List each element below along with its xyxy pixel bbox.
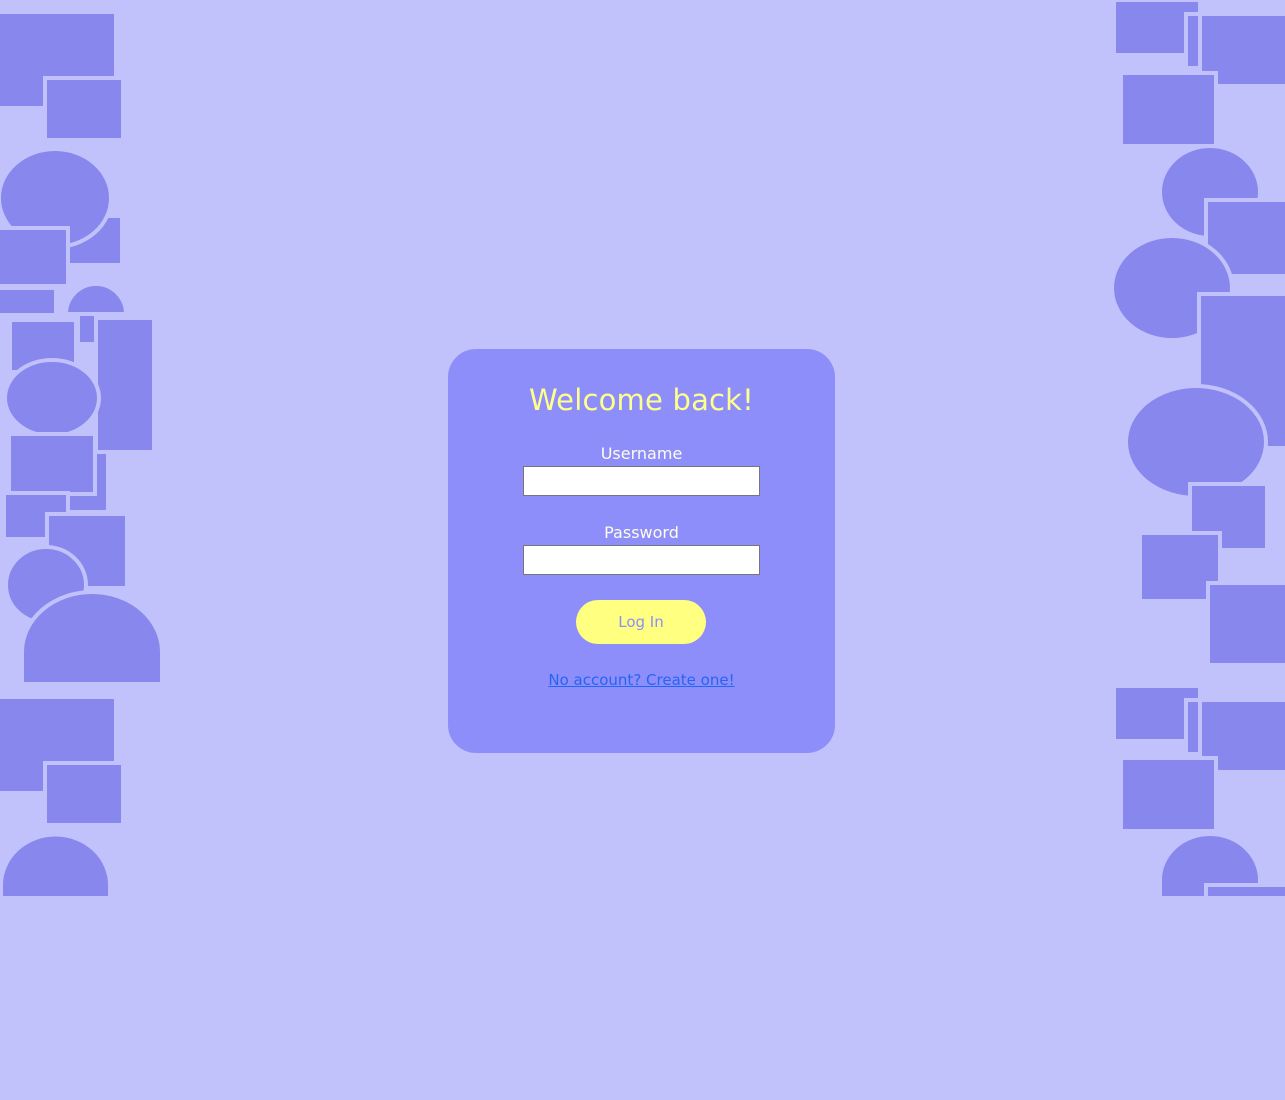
login-card: Welcome back! Username Password Log In N…: [448, 349, 835, 753]
page-title: Welcome back!: [528, 383, 754, 417]
username-label: Username: [600, 444, 683, 463]
create-account-link[interactable]: No account? Create one!: [448, 671, 835, 689]
username-input[interactable]: [523, 466, 760, 496]
password-input[interactable]: [523, 545, 760, 575]
login-button[interactable]: Log In: [576, 600, 706, 644]
password-label: Password: [604, 523, 679, 542]
